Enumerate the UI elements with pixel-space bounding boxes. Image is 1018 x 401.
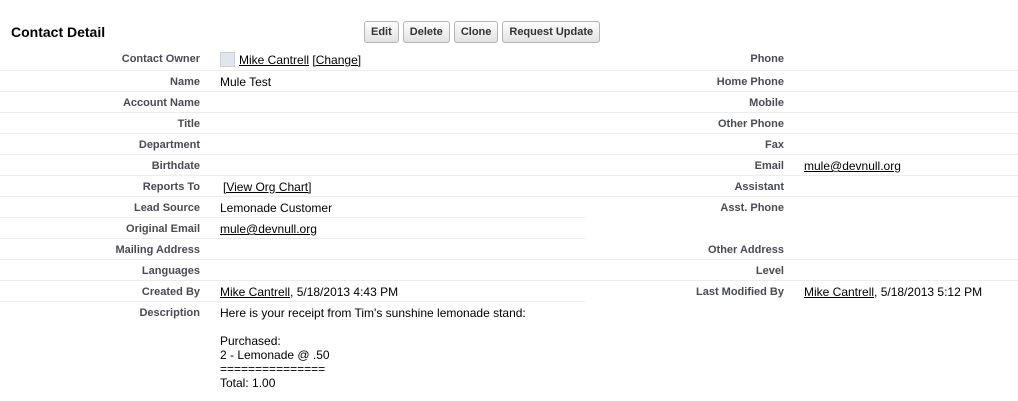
created-by-date: , 5/18/2013 4:43 PM (290, 285, 399, 299)
description-line: Purchased: (220, 334, 281, 348)
original-email-label: Original Email (126, 223, 200, 235)
created-by-label: Created By (141, 286, 200, 298)
clone-button[interactable]: Clone (453, 21, 499, 43)
row-divider (0, 301, 585, 302)
view-org-chart-link[interactable]: [View Org Chart] (223, 180, 311, 194)
description-label: Description (139, 307, 200, 319)
last-modified-date: , 5/18/2013 5:12 PM (874, 285, 983, 299)
contact-owner-value: Mike Cantrell [Change] (220, 52, 361, 67)
title-label: Title (177, 118, 200, 130)
description-line: =============== (220, 362, 326, 376)
email-label: Email (754, 160, 784, 172)
row-divider (0, 175, 1018, 176)
birthdate-label: Birthdate (151, 160, 200, 172)
edit-button[interactable]: Edit (364, 21, 399, 43)
row-divider (0, 133, 1018, 134)
row-divider (0, 280, 1018, 281)
contact-owner-label: Contact Owner (121, 53, 200, 65)
row-divider (0, 154, 1018, 155)
email-text[interactable]: mule@devnull.org (804, 159, 901, 173)
change-owner-link[interactable]: [Change] (312, 53, 361, 67)
department-label: Department (138, 139, 200, 151)
row-divider (0, 112, 1018, 113)
request-update-button[interactable]: Request Update (502, 21, 601, 43)
original-email-link[interactable]: mule@devnull.org (220, 222, 317, 236)
reports-to-label: Reports To (142, 181, 200, 193)
description-line: 2 - Lemonade @ .50 (220, 348, 330, 362)
row-divider (0, 217, 585, 218)
description-line (220, 320, 526, 334)
asst-phone-label: Asst. Phone (720, 202, 784, 214)
name-value: Mule Test (220, 75, 272, 89)
last-modified-user-link[interactable]: Mike Cantrell (804, 285, 874, 299)
lead-source-value: Lemonade Customer (220, 201, 333, 215)
level-label: Level (755, 265, 784, 277)
view-org-chart-text[interactable]: [View Org Chart] (223, 180, 311, 194)
description-line: Total: 1.00 (220, 376, 276, 390)
last-modified-by-value: Mike Cantrell, 5/18/2013 5:12 PM (804, 285, 982, 299)
description-line: Here is your receipt from Tim's sunshine… (220, 306, 526, 320)
row-divider (0, 196, 1018, 197)
created-by-user-link[interactable]: Mike Cantrell (220, 285, 290, 299)
phone-label: Phone (750, 53, 784, 65)
delete-button[interactable]: Delete (402, 21, 450, 43)
row-divider (0, 91, 1018, 92)
email-link[interactable]: mule@devnull.org (804, 159, 901, 173)
row-divider (0, 238, 585, 239)
name-label: Name (170, 76, 200, 88)
description-value: Here is your receipt from Tim's sunshine… (220, 306, 526, 390)
original-email-text[interactable]: mule@devnull.org (220, 222, 317, 236)
row-divider (0, 259, 1018, 260)
created-by-value: Mike Cantrell, 5/18/2013 4:43 PM (220, 285, 398, 299)
fax-label: Fax (765, 139, 784, 151)
languages-label: Languages (141, 265, 200, 277)
detail-toolbar: Edit Delete Clone Request Update (364, 21, 601, 43)
account-name-label: Account Name (122, 97, 200, 109)
page-title: Contact Detail (11, 24, 106, 40)
last-modified-by-label: Last Modified By (695, 286, 784, 298)
contact-owner-link[interactable]: Mike Cantrell (239, 53, 309, 67)
mailing-address-label: Mailing Address (115, 244, 200, 256)
home-phone-label: Home Phone (716, 76, 784, 88)
row-divider (0, 70, 1018, 71)
other-address-label: Other Address (707, 244, 784, 256)
avatar (220, 52, 235, 67)
other-phone-label: Other Phone (717, 118, 784, 130)
mobile-label: Mobile (749, 97, 784, 109)
lead-source-label: Lead Source (133, 202, 200, 214)
assistant-label: Assistant (734, 181, 784, 193)
